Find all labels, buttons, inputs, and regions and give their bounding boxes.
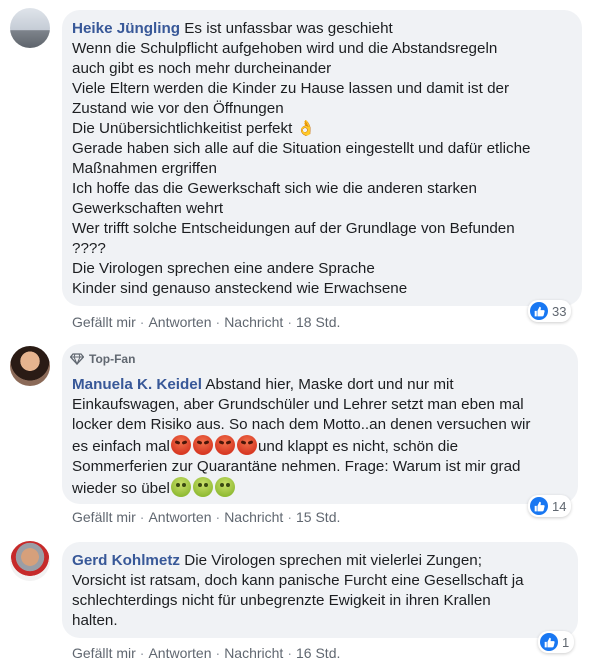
like-link[interactable]: Gefällt mir [72,314,136,330]
like-icon [530,497,548,515]
like-icon [530,302,548,320]
nauseated-face-emoji-icon [170,477,191,497]
separator: · [287,314,292,330]
separator: · [215,314,221,330]
avatar[interactable] [10,346,50,386]
diamond-icon [70,353,84,365]
ok-hand-emoji-icon: 👌 [296,120,316,137]
angry-face-emoji-icon [192,435,213,455]
timestamp[interactable]: 18 Std. [296,314,340,330]
timestamp[interactable]: 16 Std. [296,645,340,661]
like-icon [540,633,558,651]
reply-link[interactable]: Antworten [148,314,211,330]
comment-actions: Gefällt mir · Antworten · Nachricht · 16… [72,645,340,661]
angry-face-emoji-icon [236,435,257,455]
comment-text: Gerd Kohlmetz Die Virologen sprechen mit… [72,551,566,631]
reaction-count: 14 [552,498,567,514]
comment-actions: Gefällt mir · Antworten · Nachricht · 15… [72,509,340,525]
angry-face-emoji-icon [170,435,191,455]
reply-link[interactable]: Antworten [148,645,211,661]
comment-author[interactable]: Heike Jüngling [72,20,180,37]
like-link[interactable]: Gefällt mir [72,509,136,525]
reaction-count: 1 [562,634,570,650]
comment-body: Es ist unfassbar was geschieht Wenn die … [72,20,510,137]
like-link[interactable]: Gefällt mir [72,645,136,661]
nauseated-face-emoji-icon [192,477,213,497]
avatar[interactable] [10,541,50,581]
comment-bubble: Gerd Kohlmetz Die Virologen sprechen mit… [62,542,578,638]
separator: · [215,509,221,525]
timestamp[interactable]: 15 Std. [296,509,340,525]
separator: · [139,314,145,330]
comment-text: Heike Jüngling Es ist unfassbar was gesc… [72,19,570,299]
top-fan-label: Top-Fan [89,352,136,366]
separator: · [139,509,145,525]
reaction-summary[interactable]: 33 [528,300,572,322]
reaction-count: 33 [552,303,567,319]
separator: · [139,645,145,661]
reaction-summary[interactable]: 1 [538,631,575,653]
comment-body-continued: Gerade haben sich alle auf die Situation… [72,140,531,297]
avatar[interactable] [10,8,50,48]
comment-text: Manuela K. Keidel Abstand hier, Maske do… [72,375,572,499]
comment-author[interactable]: Manuela K. Keidel [72,376,202,393]
comment-bubble: Heike Jüngling Es ist unfassbar was gesc… [62,10,582,306]
message-link[interactable]: Nachricht [224,314,283,330]
separator: · [287,645,292,661]
separator: · [287,509,292,525]
comment-actions: Gefällt mir · Antworten · Nachricht · 18… [72,314,340,330]
message-link[interactable]: Nachricht [224,509,283,525]
nauseated-face-emoji-icon [214,477,235,497]
reply-link[interactable]: Antworten [148,509,211,525]
separator: · [215,645,221,661]
comment-author[interactable]: Gerd Kohlmetz [72,552,180,569]
angry-face-emoji-icon [214,435,235,455]
top-fan-badge: Top-Fan [70,352,135,366]
reaction-summary[interactable]: 14 [528,495,572,517]
message-link[interactable]: Nachricht [224,645,283,661]
